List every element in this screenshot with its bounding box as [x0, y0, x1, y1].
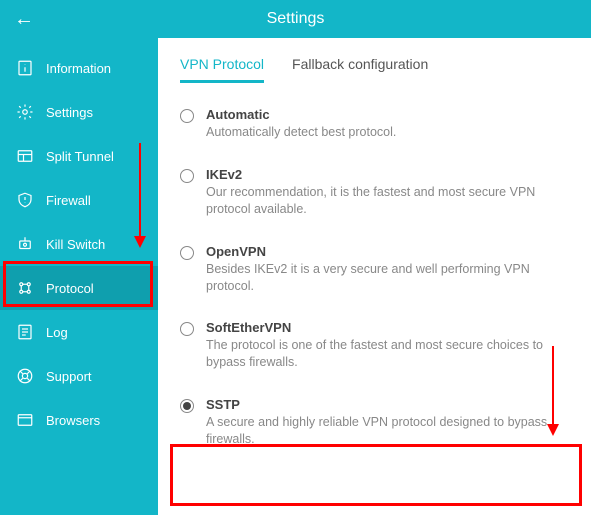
option-desc: The protocol is one of the fastest and m… [206, 337, 569, 371]
information-icon [16, 59, 34, 77]
sidebar-item-label: Settings [46, 105, 93, 120]
sidebar-item-label: Support [46, 369, 92, 384]
option-title: Automatic [206, 107, 569, 122]
radio-sstp[interactable] [180, 399, 194, 413]
option-softethervpn[interactable]: SoftEtherVPN The protocol is one of the … [180, 320, 569, 371]
sidebar-item-log[interactable]: Log [0, 310, 158, 354]
option-desc: Besides IKEv2 it is a very secure and we… [206, 261, 569, 295]
sidebar-item-label: Firewall [46, 193, 91, 208]
option-body: Automatic Automatically detect best prot… [206, 107, 569, 141]
page-title: Settings [0, 10, 591, 28]
protocol-icon [16, 279, 34, 297]
option-automatic[interactable]: Automatic Automatically detect best prot… [180, 107, 569, 141]
sidebar-item-information[interactable]: Information [0, 46, 158, 90]
option-title: SoftEtherVPN [206, 320, 569, 335]
sidebar-item-label: Log [46, 325, 68, 340]
header: ← Settings [0, 0, 591, 38]
option-openvpn[interactable]: OpenVPN Besides IKEv2 it is a very secur… [180, 244, 569, 295]
option-body: OpenVPN Besides IKEv2 it is a very secur… [206, 244, 569, 295]
gear-icon [16, 103, 34, 121]
tab-vpn-protocol[interactable]: VPN Protocol [180, 56, 264, 83]
content-container: Information Settings Split Tunnel Firewa… [0, 38, 591, 515]
sidebar-item-protocol[interactable]: Protocol [0, 266, 158, 310]
sidebar-item-kill-switch[interactable]: Kill Switch [0, 222, 158, 266]
sidebar: Information Settings Split Tunnel Firewa… [0, 38, 158, 515]
radio-automatic[interactable] [180, 109, 194, 123]
log-icon [16, 323, 34, 341]
sidebar-item-label: Split Tunnel [46, 149, 114, 164]
sidebar-item-firewall[interactable]: Firewall [0, 178, 158, 222]
sidebar-item-label: Protocol [46, 281, 94, 296]
option-desc: Automatically detect best protocol. [206, 124, 569, 141]
radio-ikev2[interactable] [180, 169, 194, 183]
main-panel: VPN Protocol Fallback configuration Auto… [158, 38, 591, 515]
sidebar-item-split-tunnel[interactable]: Split Tunnel [0, 134, 158, 178]
split-tunnel-icon [16, 147, 34, 165]
option-body: IKEv2 Our recommendation, it is the fast… [206, 167, 569, 218]
option-ikev2[interactable]: IKEv2 Our recommendation, it is the fast… [180, 167, 569, 218]
option-sstp[interactable]: SSTP A secure and highly reliable VPN pr… [180, 397, 569, 448]
sidebar-item-support[interactable]: Support [0, 354, 158, 398]
shield-icon [16, 191, 34, 209]
sidebar-item-label: Kill Switch [46, 237, 105, 252]
sidebar-item-label: Information [46, 61, 111, 76]
option-desc: A secure and highly reliable VPN protoco… [206, 414, 569, 448]
support-icon [16, 367, 34, 385]
tabs: VPN Protocol Fallback configuration [180, 56, 569, 83]
sidebar-item-browsers[interactable]: Browsers [0, 398, 158, 442]
option-body: SoftEtherVPN The protocol is one of the … [206, 320, 569, 371]
option-title: SSTP [206, 397, 569, 412]
kill-switch-icon [16, 235, 34, 253]
radio-openvpn[interactable] [180, 246, 194, 260]
radio-softethervpn[interactable] [180, 322, 194, 336]
option-body: SSTP A secure and highly reliable VPN pr… [206, 397, 569, 448]
option-title: OpenVPN [206, 244, 569, 259]
sidebar-item-label: Browsers [46, 413, 100, 428]
option-title: IKEv2 [206, 167, 569, 182]
browsers-icon [16, 411, 34, 429]
tab-fallback-configuration[interactable]: Fallback configuration [292, 56, 428, 83]
option-desc: Our recommendation, it is the fastest an… [206, 184, 569, 218]
sidebar-item-settings[interactable]: Settings [0, 90, 158, 134]
back-arrow-icon[interactable]: ← [14, 8, 34, 31]
